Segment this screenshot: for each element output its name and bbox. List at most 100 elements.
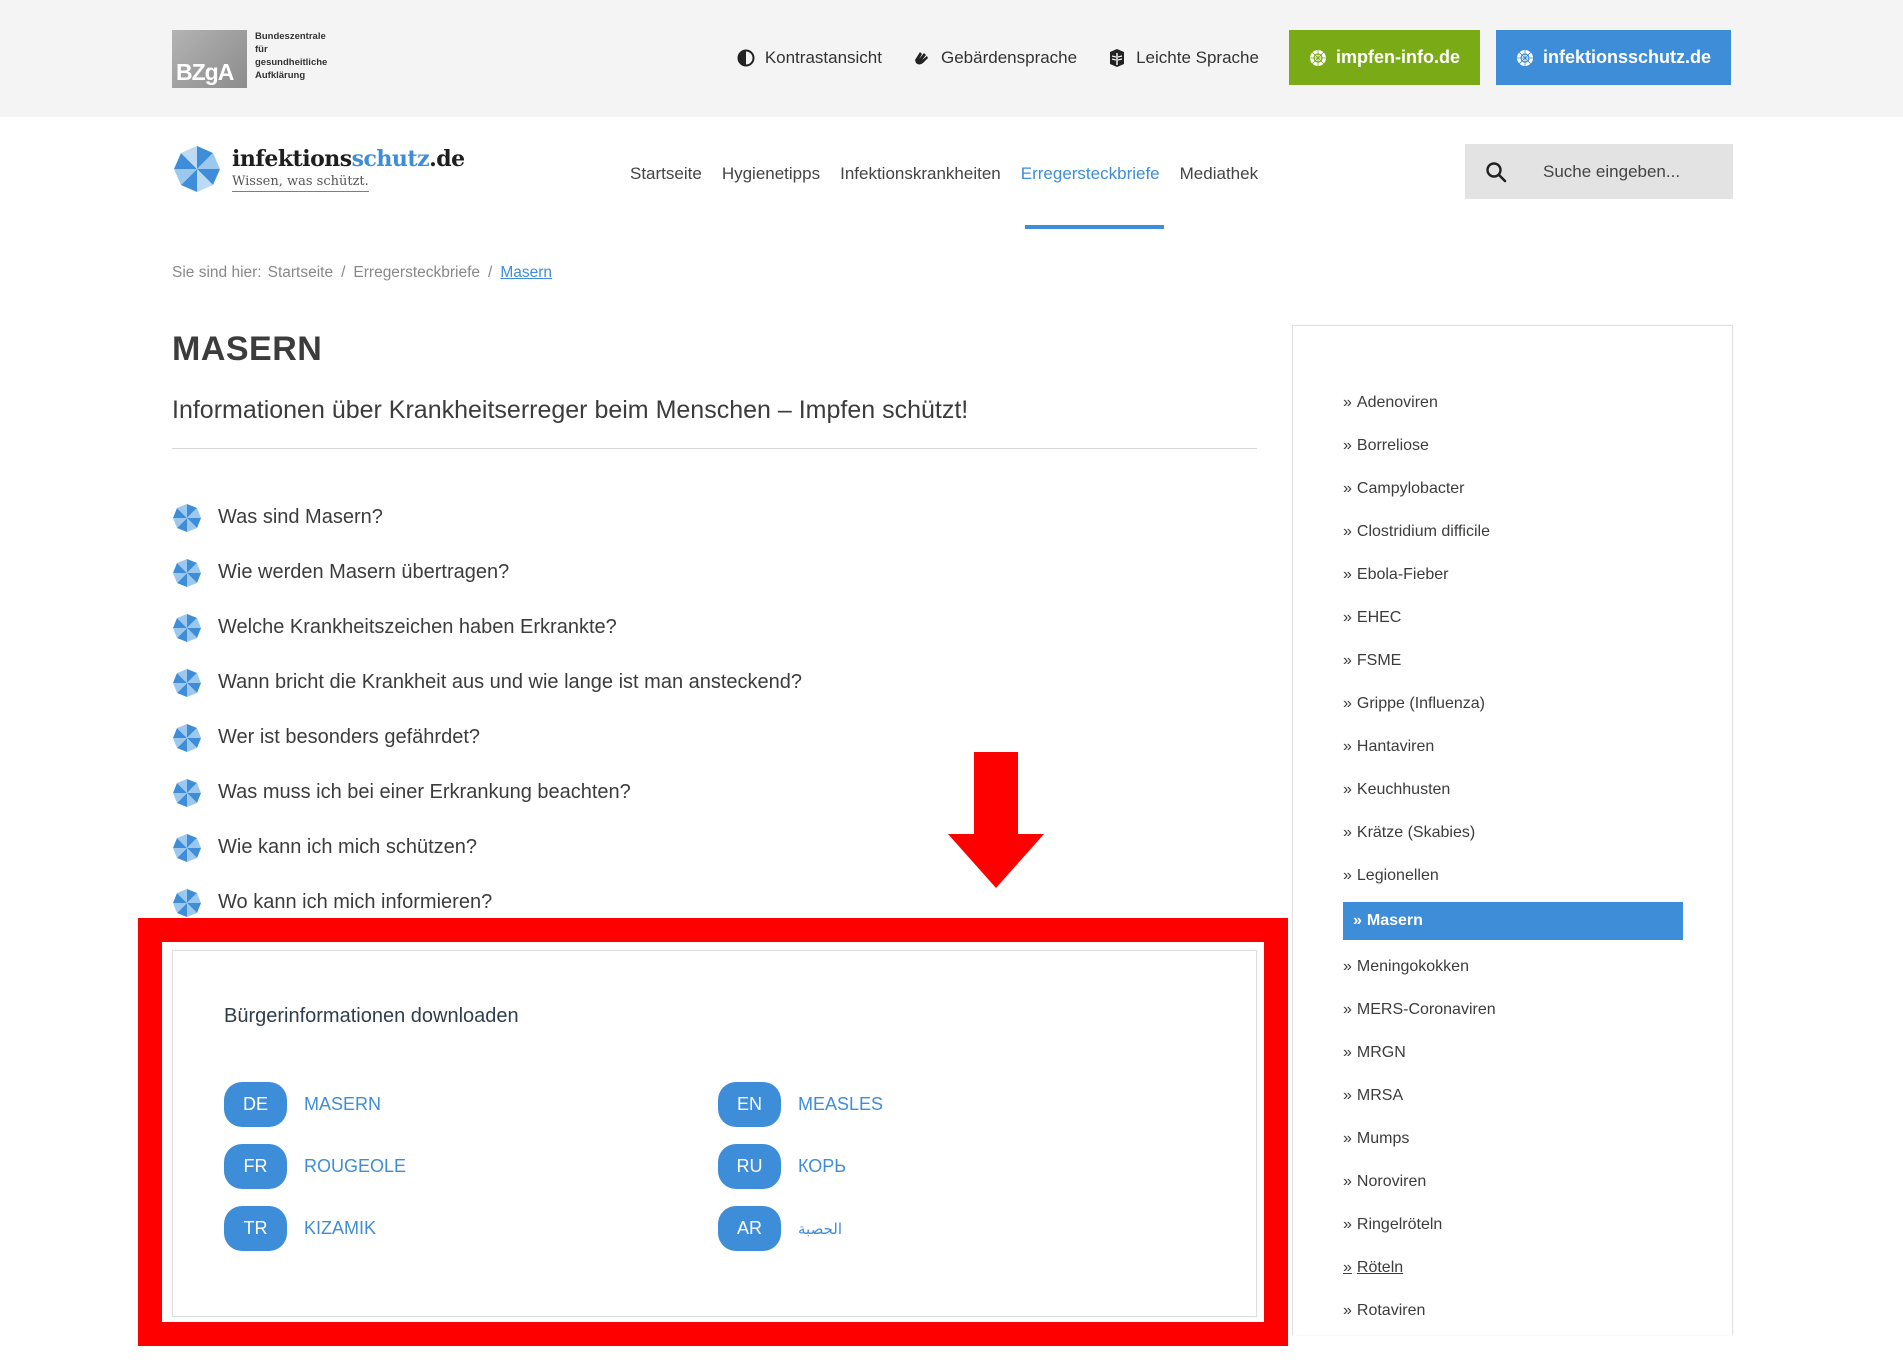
chevron-right-icon: » xyxy=(1343,1301,1352,1319)
sidebar-item-label: Ringelröteln xyxy=(1356,1215,1443,1233)
umbrella-star-icon xyxy=(172,613,202,643)
sidebar-item-keuchhusten[interactable]: » Keuchhusten xyxy=(1343,768,1683,811)
site-name-part: schutz xyxy=(351,146,430,172)
sidebar-item-label: Noroviren xyxy=(1356,1172,1427,1190)
sidebar-item-ehec[interactable]: » EHEC xyxy=(1343,596,1683,639)
bzga-logo-mark: BZgA xyxy=(172,30,247,88)
sidebar-item-fsme[interactable]: » FSME xyxy=(1343,639,1683,682)
sidebar-list: » Adenoviren» Borreliose» Campylobacter» Clo… xyxy=(1343,381,1683,1332)
sidebar-item-borreliose[interactable]: » Borreliose xyxy=(1343,424,1683,467)
breadcrumb: Sie sind hier: Startseite / Erregersteck… xyxy=(172,264,560,282)
sidebar-item-label: Masern xyxy=(1366,912,1423,929)
sidebar-item-label: EHEC xyxy=(1356,608,1402,626)
sidebar-item-label: Grippe (Influenza) xyxy=(1356,694,1485,712)
site-logo[interactable]: infektionsschutz.de Wissen, was schützt. xyxy=(172,144,465,194)
breadcrumb-erregersteckbriefe[interactable]: Erregersteckbriefe xyxy=(353,264,480,282)
umbrella-star-icon xyxy=(172,778,202,808)
chevron-right-icon: » xyxy=(1343,651,1352,669)
sidebar-item-clostridium-difficile[interactable]: » Clostridium difficile xyxy=(1343,510,1683,553)
sidebar-item-label: Ebola-Fieber xyxy=(1356,565,1449,583)
sign-language-icon xyxy=(912,48,932,68)
virus-icon xyxy=(1516,49,1534,67)
site-name: infektionsschutz.de xyxy=(232,146,465,172)
sidebar-item-label: Legionellen xyxy=(1356,866,1439,884)
breadcrumb-masern[interactable]: Masern xyxy=(500,264,552,282)
contrast-toggle[interactable]: Kontrastansicht xyxy=(736,48,882,68)
sidebar-item-ebola-fieber[interactable]: » Ebola-Fieber xyxy=(1343,553,1683,596)
nav-hygienetipps[interactable]: Hygienetipps xyxy=(722,164,820,184)
sidebar: » Adenoviren» Borreliose» Campylobacter» Clo… xyxy=(1292,325,1733,1335)
sidebar-item-masern[interactable]: » Masern xyxy=(1343,902,1683,940)
bzga-logo[interactable]: BZgA Bundeszentrale für gesundheitliche … xyxy=(172,30,345,88)
umbrella-star-icon xyxy=(172,833,202,863)
sidebar-item-meningokokken[interactable]: » Meningokokken xyxy=(1343,945,1683,988)
sidebar-item-label: Keuchhusten xyxy=(1356,780,1451,798)
sidebar-item-rotaviren[interactable]: » Rotaviren xyxy=(1343,1289,1683,1332)
umbrella-star-icon xyxy=(172,558,202,588)
easy-language-link[interactable]: Leichte Sprache xyxy=(1107,48,1259,68)
sidebar-item-label: MRGN xyxy=(1356,1043,1406,1061)
sidebar-item-label: MRSA xyxy=(1356,1086,1404,1104)
search-box[interactable] xyxy=(1465,144,1733,199)
sidebar-item-grippe-influenza[interactable]: » Grippe (Influenza) xyxy=(1343,682,1683,725)
chevron-right-icon: » xyxy=(1343,1258,1352,1276)
highlight-frame xyxy=(138,918,1288,1346)
faq-question: Welche Krankheitszeichen haben Erkrankte… xyxy=(218,616,617,638)
faq-item[interactable]: Was sind Masern? xyxy=(172,490,1172,545)
chevron-right-icon: » xyxy=(1343,393,1352,411)
faq-question: Wann bricht die Krankheit aus und wie la… xyxy=(218,671,803,693)
search-icon[interactable] xyxy=(1485,161,1507,183)
sidebar-item-adenoviren[interactable]: » Adenoviren xyxy=(1343,381,1683,424)
sign-language-label: Gebärdensprache xyxy=(941,47,1078,67)
infektionsschutz-button[interactable]: infektionsschutz.de xyxy=(1495,30,1731,85)
sidebar-item-röteln[interactable]: » Röteln xyxy=(1343,1246,1683,1289)
faq-question: Was sind Masern? xyxy=(218,506,383,528)
chevron-right-icon: » xyxy=(1343,780,1352,798)
chevron-right-icon: » xyxy=(1343,1215,1352,1233)
sidebar-item-ringelröteln[interactable]: » Ringelröteln xyxy=(1343,1203,1683,1246)
sidebar-item-label: Rotaviren xyxy=(1356,1301,1426,1319)
umbrella-star-icon xyxy=(174,146,220,192)
breadcrumb-prefix: Sie sind hier: xyxy=(172,264,262,281)
sidebar-item-mers-coronaviren[interactable]: » MERS-Coronaviren xyxy=(1343,988,1683,1031)
main-header: infektionsschutz.de Wissen, was schützt.… xyxy=(0,117,1903,229)
sidebar-item-mrgn[interactable]: » MRGN xyxy=(1343,1031,1683,1074)
nav-startseite[interactable]: Startseite xyxy=(630,164,702,184)
chevron-right-icon: » xyxy=(1343,608,1352,626)
sidebar-item-campylobacter[interactable]: » Campylobacter xyxy=(1343,467,1683,510)
sidebar-item-hantaviren[interactable]: » Hantaviren xyxy=(1343,725,1683,768)
faq-item[interactable]: Wie werden Masern übertragen? xyxy=(172,545,1172,600)
sidebar-item-krätze-skabies[interactable]: » Krätze (Skabies) xyxy=(1343,811,1683,854)
impfen-info-button[interactable]: impfen-info.de xyxy=(1288,30,1480,85)
faq-question: Wie kann ich mich schützen? xyxy=(218,836,478,858)
faq-question: Wo kann ich mich informieren? xyxy=(218,891,493,913)
chevron-right-icon: » xyxy=(1343,1086,1352,1104)
chevron-right-icon: » xyxy=(1343,1129,1352,1147)
faq-question: Wie werden Masern übertragen? xyxy=(218,561,510,583)
virus-icon xyxy=(1309,49,1327,67)
bzga-line: Aufklärung xyxy=(255,70,306,81)
faq-item[interactable]: Welche Krankheitszeichen haben Erkrankte… xyxy=(172,600,1172,655)
faq-item[interactable]: Wann bricht die Krankheit aus und wie la… xyxy=(172,655,1172,710)
sidebar-item-label: Borreliose xyxy=(1356,436,1429,454)
faq-question: Wer ist besonders gefährdet? xyxy=(218,726,481,748)
sidebar-item-noroviren[interactable]: » Noroviren xyxy=(1343,1160,1683,1203)
chevron-right-icon: » xyxy=(1343,1000,1352,1018)
top-utility-bar: BZgA Bundeszentrale für gesundheitliche … xyxy=(0,0,1903,117)
impfen-info-label: impfen-info.de xyxy=(1335,47,1460,67)
sidebar-item-mumps[interactable]: » Mumps xyxy=(1343,1117,1683,1160)
red-arrow-down-icon xyxy=(948,752,1044,888)
bzga-line: für xyxy=(255,44,268,55)
nav-mediathek[interactable]: Mediathek xyxy=(1180,164,1258,184)
search-input[interactable] xyxy=(1543,161,1723,182)
page-title: MASERN xyxy=(172,330,323,368)
sign-language-link[interactable]: Gebärdensprache xyxy=(912,48,1077,68)
breadcrumb-startseite[interactable]: Startseite xyxy=(268,264,333,282)
nav-erregersteckbriefe[interactable]: Erregersteckbriefe xyxy=(1021,164,1164,229)
nav-infektionskrankheiten[interactable]: Infektionskrankheiten xyxy=(840,164,1001,184)
utility-links: Kontrastansicht Gebärdensprache Leichte … xyxy=(736,30,1903,85)
umbrella-star-icon xyxy=(172,668,202,698)
sidebar-item-legionellen[interactable]: » Legionellen xyxy=(1343,854,1683,897)
sidebar-item-mrsa[interactable]: » MRSA xyxy=(1343,1074,1683,1117)
site-name-part: infektions xyxy=(232,146,352,172)
